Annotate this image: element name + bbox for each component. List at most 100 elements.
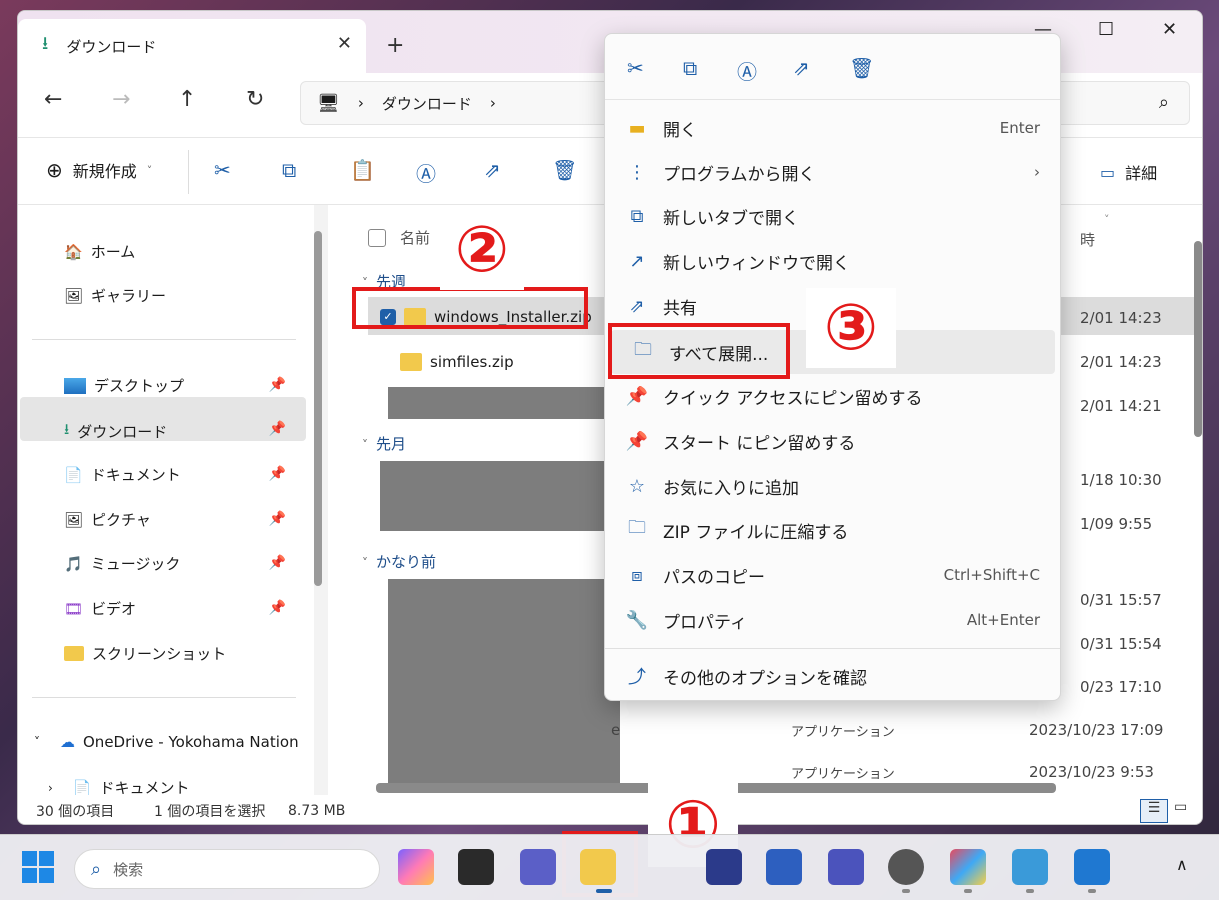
menu-item-label: 共有 [663,298,697,319]
selection-size: 8.73 MB [288,802,346,819]
menu-item-pin-start[interactable]: 📌 スタート にピン留めする [605,419,1060,463]
teams-icon[interactable] [520,849,556,885]
chevron-right-icon: › [48,780,53,795]
table-row[interactable]: simfiles.zip [400,342,514,382]
tab-close-icon[interactable]: ✕ [337,33,352,54]
copy-icon[interactable]: ⧉ [282,158,296,182]
teams-new-icon[interactable] [828,849,864,885]
chevron-down-icon: ˅ [362,556,368,570]
menu-item-properties[interactable]: 🔧 プロパティ Alt+Enter [605,598,1060,642]
select-all-checkbox[interactable] [368,228,386,247]
sidebar-item-screenshots[interactable]: スクリーンショット [64,643,226,664]
menu-item-more-options[interactable]: ⤴ その他のオプションを確認 [605,654,1060,698]
menu-item-pin-quick-access[interactable]: 📌 クイック アクセスにピン留めする [605,374,1060,418]
sidebar-item-label: ギャラリー [91,287,167,305]
paste-icon[interactable]: 📋 [350,158,375,182]
pin-icon: 📌 [268,600,286,616]
menu-shortcut: Ctrl+Shift+C [943,566,1040,584]
refresh-button[interactable]: ↻ [246,87,264,112]
menu-item-add-favorite[interactable]: ☆ お気に入りに追加 [605,464,1060,508]
forward-button[interactable]: → [112,87,130,112]
tiles-view-icon[interactable]: ▭ [1174,799,1187,815]
windows-start-icon[interactable] [22,851,54,883]
taskbar-search[interactable]: ⌕ 検索 [74,849,380,889]
menu-item-open-new-window[interactable]: ↗ 新しいウィンドウで開く [605,239,1060,283]
details-button[interactable]: ▭ 詳細 [1100,160,1157,184]
chevron-right-icon: › [1034,163,1040,181]
sidebar-item-label: ミュージック [90,555,181,573]
delete-icon[interactable]: 🗑 [552,158,577,182]
redacted-block [388,387,620,419]
copy-icon[interactable]: ⧉ [683,56,697,80]
system-tray-chevron-icon[interactable]: ∧ [1176,855,1188,874]
sidebar-item-videos[interactable]: 🎞 ビデオ [64,598,136,619]
nav-scrollbar[interactable] [314,231,322,586]
share-icon[interactable]: ⇗ [484,158,501,182]
tab-downloads[interactable]: ⭳ ダウンロード ✕ [18,19,366,73]
pin-icon: 📌 [268,421,286,437]
group-label: かなり前 [376,553,437,571]
sidebar-item-label: ピクチャ [91,511,151,529]
running-indicator [964,889,972,893]
settings-gear-icon[interactable] [888,849,924,885]
sort-chevron-icon: ˅ [1104,213,1110,226]
sidebar-item-downloads[interactable]: ⭳ ダウンロード [64,419,167,444]
selection-count: 1 個の項目を選択 [154,803,266,820]
menu-item-open-with[interactable]: ⋮ プログラムから開く › [605,150,1060,194]
desktop-icon [64,377,86,394]
notepad-icon[interactable] [1012,849,1048,885]
vertical-scrollbar[interactable] [1194,241,1202,437]
back-button[interactable]: ← [44,87,62,112]
sidebar-item-pictures[interactable]: 🖼 ピクチャ [64,509,151,530]
search-placeholder: 検索 [113,860,144,879]
up-button[interactable]: ↑ [178,87,196,112]
file-date: 2/01 14:23 [1080,353,1162,371]
share-icon[interactable]: ⇗ [793,56,810,80]
photos-icon[interactable] [1074,849,1110,885]
running-indicator [1088,889,1096,893]
menu-item-label: スタート にピン留めする [663,433,856,454]
paint-icon[interactable] [950,849,986,885]
store-icon[interactable] [706,849,742,885]
menu-item-compress-zip[interactable]: 🗀 ZIP ファイルに圧縮する [605,508,1060,552]
delete-icon[interactable]: 🗑 [849,56,874,80]
column-header-name[interactable]: 名前 [368,227,430,248]
menu-item-label: クイック アクセスにピン留めする [663,388,923,409]
rename-icon[interactable]: Ⓐ [737,56,757,85]
sidebar-item-home[interactable]: 🏠 ホーム [64,241,135,262]
group-last-month[interactable]: ˅ 先月 [362,433,406,454]
menu-item-open[interactable]: ▬ 開く Enter [605,106,1060,150]
cloud-icon: ☁ [60,733,75,751]
cut-icon[interactable]: ✂ [214,158,231,182]
new-tab-button[interactable]: + [386,33,404,58]
close-button[interactable]: ✕ [1162,19,1177,40]
file-date: 2/01 14:21 [1080,397,1162,415]
sidebar-item-music[interactable]: 🎵 ミュージック [64,553,180,574]
menu-item-open-new-tab[interactable]: ⧉ 新しいタブで開く [605,194,1060,238]
gallery-icon: 🖼 [64,286,84,305]
new-button-label: 新規作成 [72,162,137,181]
sidebar-item-desktop[interactable]: デスクトップ [64,375,184,396]
sidebar-item-documents[interactable]: 📄 ドキュメント [64,464,181,485]
maximize-button[interactable]: ☐ [1098,19,1114,40]
column-date-label[interactable]: 時 [1080,229,1095,250]
powershell-icon[interactable] [766,849,802,885]
new-button[interactable]: ⊕ 新規作成 ˅ [46,158,152,182]
item-count: 30 個の項目 [36,803,115,820]
running-indicator [902,889,910,893]
copilot-icon[interactable] [398,849,434,885]
tab-title: ダウンロード [66,37,157,56]
menu-item-copy-path[interactable]: ⧈ パスのコピー Ctrl+Shift+C [605,553,1060,597]
task-view-icon[interactable] [458,849,494,885]
file-date: 0/31 15:54 [1080,635,1162,653]
sidebar-item-onedrive[interactable]: ˅ ☁ OneDrive - Yokohama Nation [34,733,299,751]
sidebar-item-gallery[interactable]: 🖼 ギャラリー [64,285,166,306]
download-icon: ⭳ [42,33,49,54]
file-explorer-icon[interactable] [580,849,616,885]
rename-icon[interactable]: Ⓐ [416,158,436,187]
group-long-ago[interactable]: ˅ かなり前 [362,551,436,572]
cut-icon[interactable]: ✂ [627,56,644,80]
breadcrumb-downloads[interactable]: ダウンロード [382,93,472,114]
menu-item-label: 開く [663,120,697,141]
details-view-icon[interactable]: ☰ [1140,799,1168,823]
